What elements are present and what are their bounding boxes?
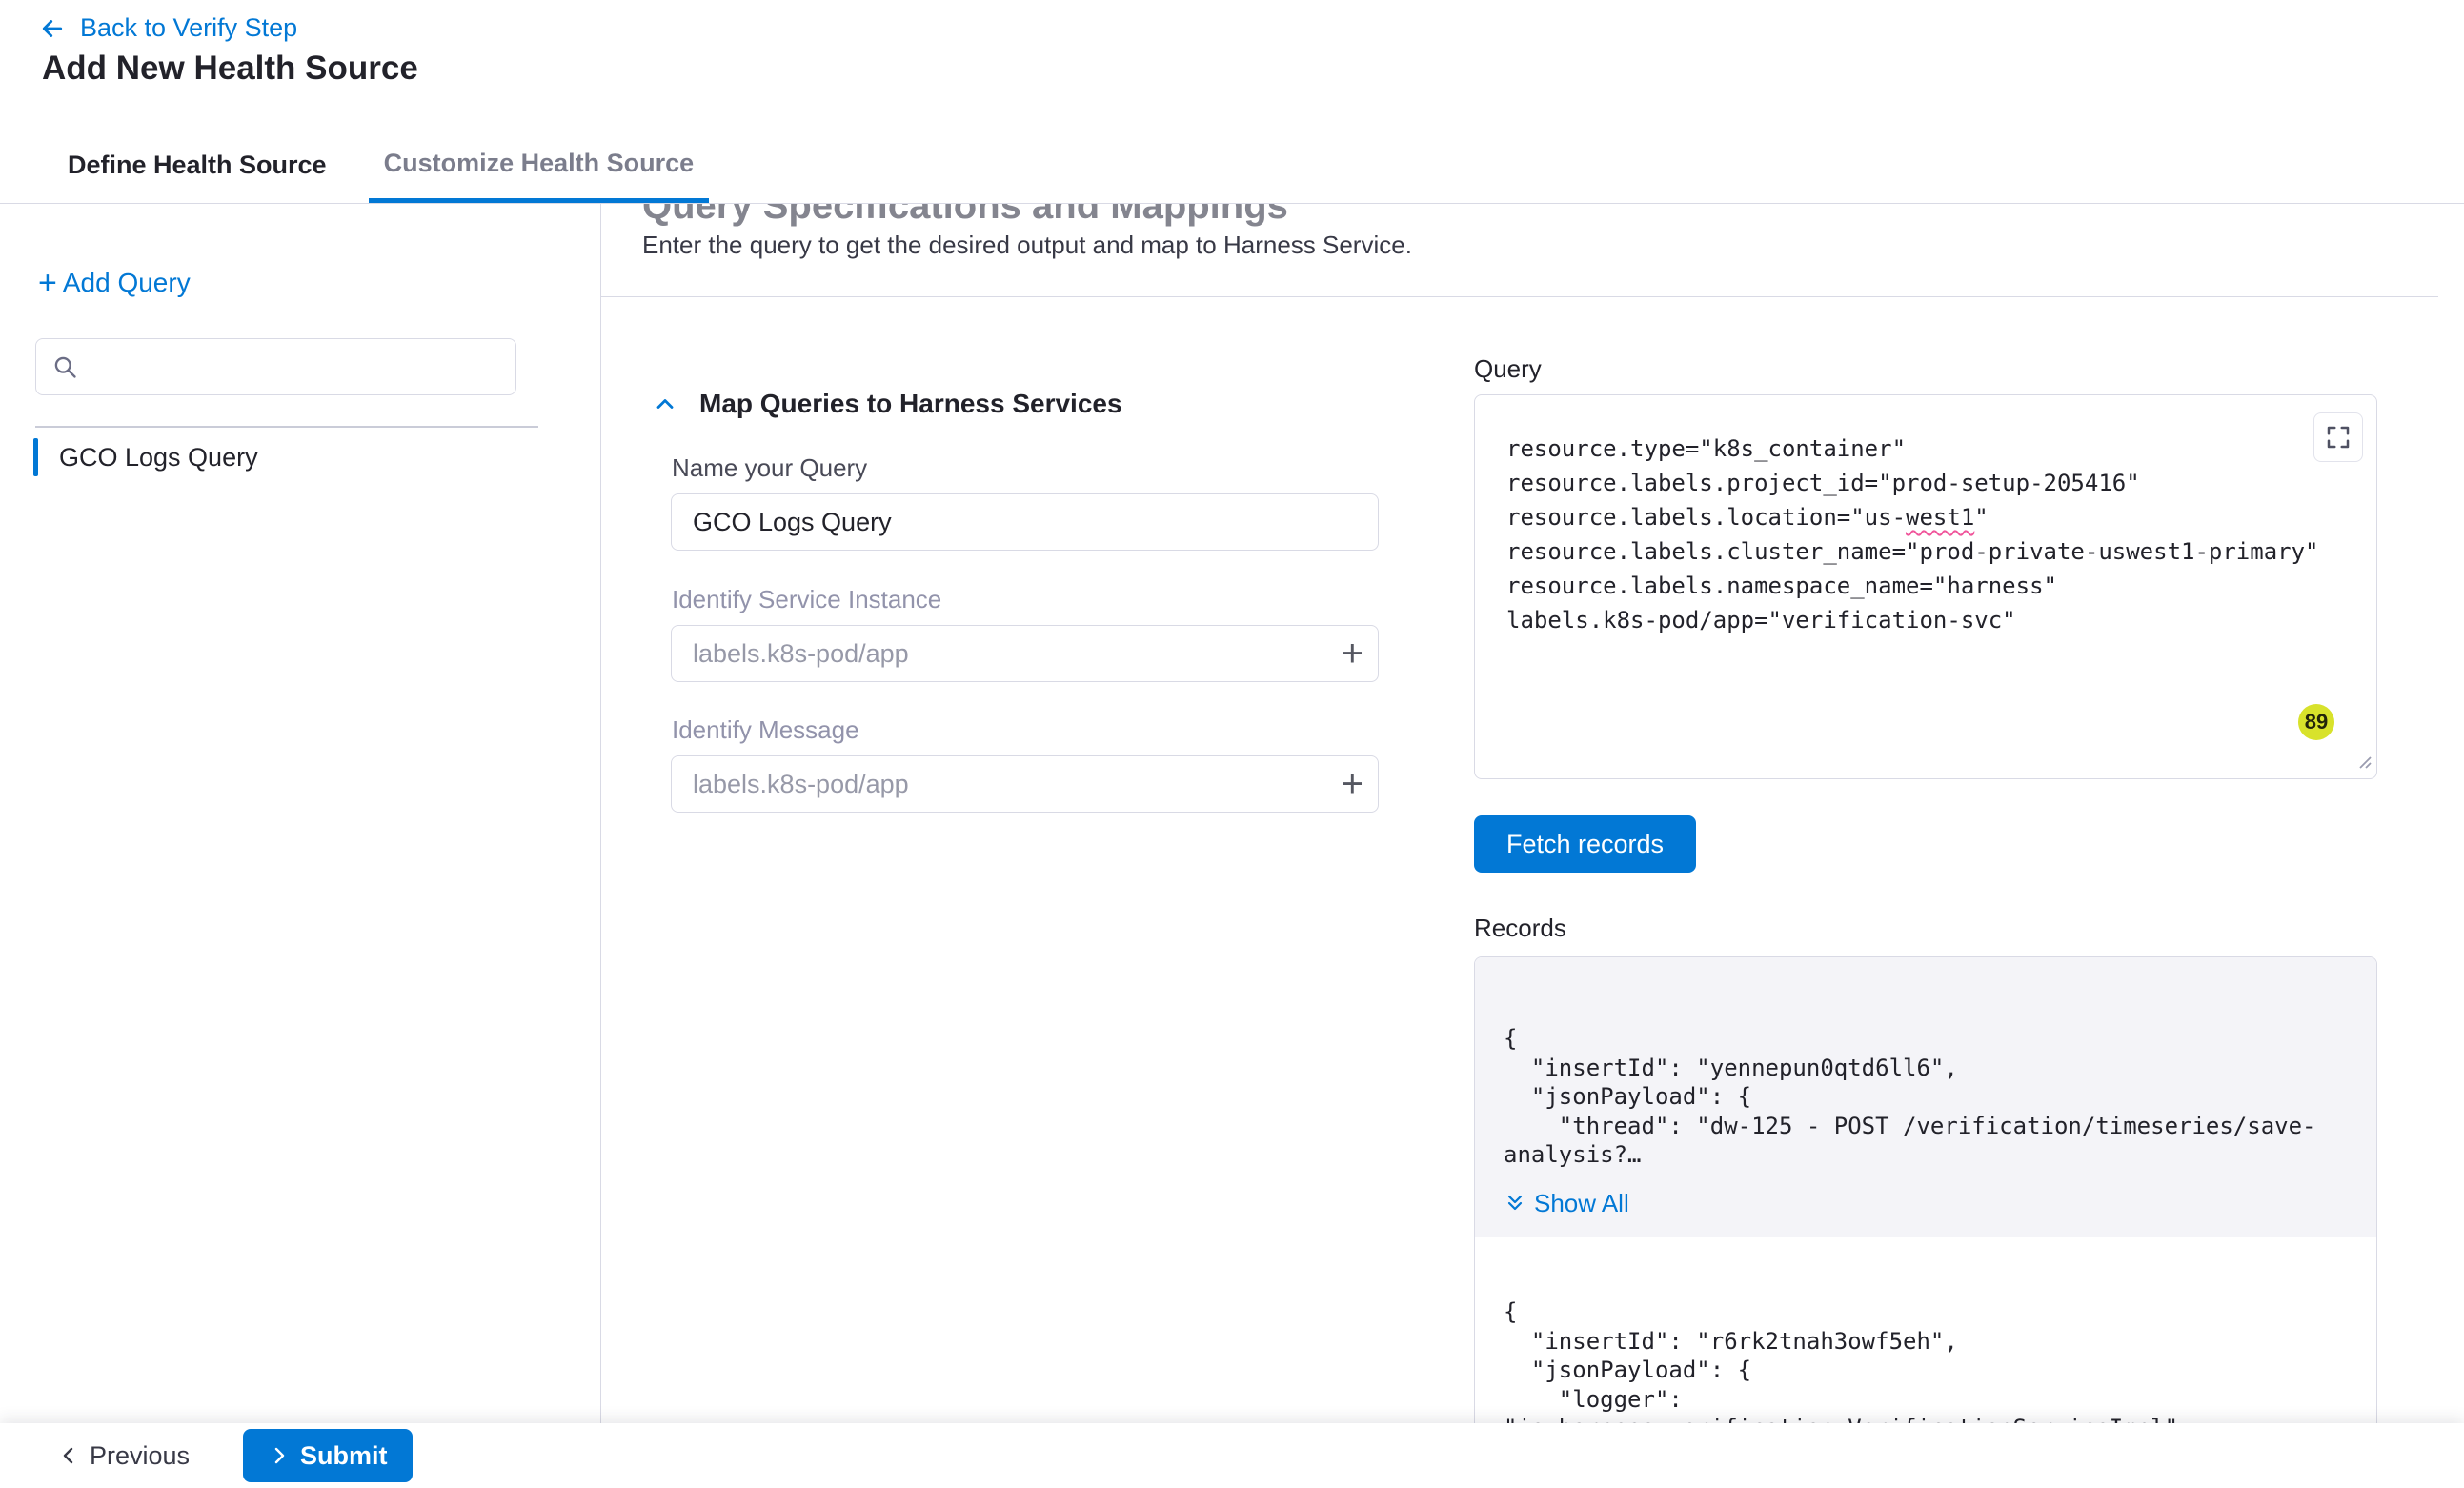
query-editor[interactable]: resource.type="k8s_container"resource.la…	[1474, 394, 2377, 779]
query-mapping-panel: Query Specifications and Mappings Enter …	[601, 204, 2464, 1488]
sidebar-divider	[35, 426, 538, 428]
add-query-label: Add Query	[63, 268, 191, 298]
submit-button[interactable]: Submit	[243, 1429, 413, 1482]
name-your-query-label: Name your Query	[672, 453, 867, 483]
identify-message-add-icon[interactable]: +	[1342, 765, 1363, 803]
service-instance-field-wrap: +	[671, 625, 1379, 682]
previous-label: Previous	[90, 1441, 190, 1471]
plus-icon: +	[38, 267, 57, 299]
query-label: Query	[1474, 354, 1542, 384]
record-block: { "insertId": "r6rk2tnah3owf5eh", "jsonP…	[1475, 1237, 2376, 1443]
fetch-records-button[interactable]: Fetch records	[1474, 815, 1696, 873]
add-query-button[interactable]: + Add Query	[38, 267, 191, 299]
query-sidebar: + Add Query GCO Logs Query	[0, 204, 601, 1488]
records-label: Records	[1474, 914, 1566, 943]
chevron-left-icon	[57, 1444, 80, 1467]
spellcheck-underline: west1	[1906, 504, 1974, 531]
query-name-input[interactable]	[671, 493, 1379, 551]
expand-icon	[2324, 423, 2353, 452]
identify-message-input[interactable]	[671, 755, 1379, 813]
query-search-box	[35, 338, 516, 395]
record-json-lines: { "insertId": "r6rk2tnah3owf5eh", "jsonP…	[1504, 1297, 2348, 1443]
section-subheading: Enter the query to get the desired outpu…	[642, 231, 1412, 260]
query-item-label: GCO Logs Query	[59, 443, 258, 473]
selected-indicator-bar	[33, 438, 38, 476]
chevron-right-icon	[268, 1444, 291, 1467]
collapse-chevron-up-icon[interactable]	[652, 391, 678, 417]
record-json-lines: { "insertId": "yennepun0qtd6ll6", "jsonP…	[1504, 1024, 2348, 1170]
content-area: + Add Query GCO Logs Query Query Specifi…	[0, 204, 2464, 1488]
page-title: Add New Health Source	[42, 50, 418, 88]
query-name-field-wrap	[671, 493, 1379, 551]
query-editor-text: resource.type="k8s_container"resource.la…	[1506, 432, 2291, 637]
back-link-label: Back to Verify Step	[80, 13, 297, 43]
record-block: { "insertId": "yennepun0qtd6ll6", "jsonP…	[1475, 957, 2376, 1237]
back-arrow-icon	[38, 14, 67, 43]
footer-bar: Previous Submit	[0, 1423, 2464, 1488]
tab-customize-health-source[interactable]: Customize Health Source	[369, 128, 710, 203]
identify-service-instance-label: Identify Service Instance	[672, 585, 941, 614]
identify-message-label: Identify Message	[672, 715, 859, 745]
show-all-label: Show All	[1534, 1189, 1629, 1218]
search-icon	[51, 353, 78, 380]
add-health-source-page: Back to Verify Step Add New Health Sourc…	[0, 0, 2464, 1488]
section-heading-clipped: Query Specifications and Mappings	[642, 204, 1690, 229]
char-count-badge: 89	[2298, 704, 2334, 740]
back-to-verify-step-link[interactable]: Back to Verify Step	[38, 13, 297, 43]
submit-label: Submit	[300, 1441, 388, 1471]
query-search-input[interactable]	[90, 352, 500, 382]
page-header: Back to Verify Step Add New Health Sourc…	[0, 0, 2464, 204]
map-queries-title: Map Queries to Harness Services	[699, 389, 1122, 419]
previous-button[interactable]: Previous	[57, 1441, 190, 1471]
service-instance-input[interactable]	[671, 625, 1379, 682]
service-instance-add-icon[interactable]: +	[1342, 634, 1363, 673]
double-chevron-down-icon	[1504, 1192, 1526, 1215]
sidebar-item-gco-logs-query[interactable]: GCO Logs Query	[33, 436, 258, 478]
map-queries-header: Map Queries to Harness Services	[652, 389, 1122, 419]
resize-handle[interactable]	[2352, 749, 2373, 774]
tab-define-health-source[interactable]: Define Health Source	[52, 128, 342, 203]
records-viewer: { "insertId": "yennepun0qtd6ll6", "jsonP…	[1474, 956, 2377, 1488]
show-all-link[interactable]: Show All	[1504, 1189, 2348, 1218]
wizard-tabs: Define Health Source Customize Health So…	[0, 128, 2464, 204]
expand-query-button[interactable]	[2313, 412, 2363, 462]
identify-message-field-wrap: +	[671, 755, 1379, 813]
section-divider	[601, 296, 2438, 297]
